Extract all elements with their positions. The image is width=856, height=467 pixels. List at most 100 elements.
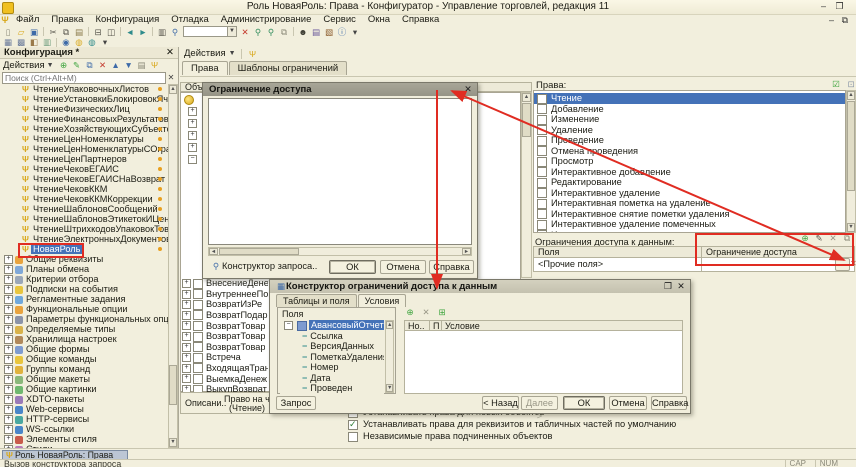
templates-icon[interactable]: ⧉ xyxy=(842,233,852,243)
copy-page-icon[interactable]: ⧉ xyxy=(278,27,290,37)
tree-item-role[interactable]: ΨЧтениеФинансовыхРезультатов xyxy=(0,114,168,124)
object-checkbox[interactable] xyxy=(193,289,203,299)
forward-icon[interactable]: ► xyxy=(137,27,149,37)
tree-item-group[interactable]: +Общие формы xyxy=(0,344,168,354)
tree-item-group[interactable]: +Определяемые типы xyxy=(0,324,168,334)
expand-icon[interactable]: + xyxy=(188,131,197,140)
clear-search-icon[interactable]: ✕ xyxy=(239,27,251,37)
scroll-down-icon[interactable]: ▼ xyxy=(169,438,177,447)
rights-scrollbar[interactable]: ▲ ▼ xyxy=(846,90,856,233)
field-item[interactable]: −Дата xyxy=(280,373,384,383)
search-icon[interactable]: ⚲ xyxy=(169,27,181,37)
restriction-cell[interactable] xyxy=(701,258,854,271)
object-item[interactable]: +ВозвратТовар xyxy=(180,331,269,342)
tree-item-group[interactable]: +Параметры функциональных опций xyxy=(0,314,168,324)
expand-icon[interactable]: + xyxy=(4,255,13,264)
tree-item-role[interactable]: ΨНоваяРоль xyxy=(0,244,168,254)
syntax-check-icon[interactable]: ☻ xyxy=(297,27,309,37)
field-item[interactable]: −Номер xyxy=(280,362,384,372)
next-button[interactable]: Далее > xyxy=(521,396,558,410)
clear-restriction-icon[interactable]: ✕ xyxy=(850,259,856,268)
filter-icon[interactable]: Ψ xyxy=(150,60,160,70)
cancel-button[interactable]: Отмена xyxy=(380,260,426,274)
expand-icon[interactable]: + xyxy=(4,385,13,394)
column-header-condition[interactable]: Условие xyxy=(441,321,480,331)
separator[interactable] xyxy=(152,27,153,36)
print-icon[interactable]: ⊟ xyxy=(92,27,104,37)
tree-scrollbar[interactable]: ▲ ▼ xyxy=(168,84,178,448)
add-icon[interactable]: ⊕ xyxy=(59,60,69,70)
right-checkbox[interactable] xyxy=(537,146,547,156)
help-button[interactable]: Справка xyxy=(429,260,474,274)
column-header-restriction[interactable]: Ограничение доступа xyxy=(701,247,854,258)
right-checkbox[interactable] xyxy=(537,178,547,188)
expand-icon[interactable]: + xyxy=(182,311,191,320)
more-buttons-icon[interactable]: ▾ xyxy=(99,37,111,47)
tree-item-group[interactable]: +Подписки на события xyxy=(0,284,168,294)
object-checkbox[interactable] xyxy=(193,321,203,331)
object-checkbox[interactable] xyxy=(193,310,203,320)
right-checkbox[interactable] xyxy=(537,230,547,233)
tree-item-role[interactable]: ΨЧтениеЦенПартнеров xyxy=(0,154,168,164)
tree-item-group[interactable]: +Функциональные опции xyxy=(0,304,168,314)
start-debug-icon[interactable]: ◉ xyxy=(60,37,72,47)
right-checkbox[interactable] xyxy=(537,104,547,114)
tree-root-item[interactable]: −АвансовыйОтчет xyxy=(280,320,384,331)
expand-icon[interactable]: + xyxy=(4,335,13,344)
close-icon[interactable]: ✕ xyxy=(675,281,687,292)
right-item[interactable]: Добавление xyxy=(534,104,845,115)
clear-all-rights-icon[interactable]: ⊡ xyxy=(845,79,856,89)
expand-icon[interactable]: + xyxy=(182,279,191,288)
expand-icon[interactable]: + xyxy=(182,353,191,362)
objects-scrollbar[interactable]: ▲ xyxy=(521,92,532,278)
move-down-icon[interactable]: ▼ xyxy=(124,60,134,70)
restriction-text-area[interactable] xyxy=(208,98,472,245)
tree-item-role[interactable]: ΨЧтениеУпаковочныхЛистов xyxy=(0,84,168,94)
menu-item[interactable]: Файл xyxy=(10,14,45,25)
open-config-icon[interactable]: ▦ xyxy=(2,37,14,47)
menu-item[interactable]: Сервис xyxy=(317,14,362,25)
right-checkbox[interactable] xyxy=(537,157,547,167)
field-item[interactable]: −Ссылка xyxy=(280,331,384,341)
tree-item-group[interactable]: +Общие картинки xyxy=(0,384,168,394)
tree-item-role[interactable]: ΨЧтениеЧековЕГАИСНаВозврат xyxy=(0,174,168,184)
menu-item[interactable]: Администрирование xyxy=(215,14,318,25)
add-group-icon[interactable]: ⊞ xyxy=(436,307,448,317)
expand-icon[interactable]: + xyxy=(4,345,13,354)
expand-icon[interactable]: + xyxy=(182,290,191,299)
open-restriction-button[interactable]: ... xyxy=(835,258,850,271)
fields-scrollbar[interactable]: ▲ ▼ xyxy=(385,320,394,393)
object-item[interactable]: +Встреча xyxy=(180,352,269,363)
actions-menu[interactable]: Действия xyxy=(3,60,45,71)
dialog-title-bar[interactable]: ▦Конструктор ограничений доступа к данны… xyxy=(270,280,690,293)
right-checkbox[interactable] xyxy=(537,94,547,104)
tab[interactable]: Шаблоны ограничений xyxy=(229,61,348,75)
thin-client-icon[interactable]: ◍ xyxy=(73,37,85,47)
tree-item-role[interactable]: ΨЧтениеЭлектронныхДокументов xyxy=(0,234,168,244)
conditions-body[interactable] xyxy=(404,331,683,394)
menu-item[interactable]: Отладка xyxy=(165,14,215,25)
right-checkbox[interactable] xyxy=(537,220,547,230)
field-item[interactable]: −ПометкаУдаления xyxy=(280,352,384,362)
tree-item-role[interactable]: ΨЧтениеШаблоновЭтикетокИЦенни... xyxy=(0,214,168,224)
help-button[interactable]: Справка xyxy=(651,396,687,410)
expand-icon[interactable]: + xyxy=(182,364,191,373)
right-checkbox[interactable] xyxy=(537,188,547,198)
tree-item-role[interactable]: ΨЧтениеЦенНоменклатуры xyxy=(0,134,168,144)
separator[interactable] xyxy=(293,27,294,36)
right-item[interactable]: Отмена проведения xyxy=(534,146,845,157)
right-checkbox[interactable] xyxy=(537,199,547,209)
option-checkbox[interactable]: ✓ xyxy=(348,432,358,442)
delete-icon[interactable]: ✕ xyxy=(98,60,108,70)
tree-item-group[interactable]: +HTTP-сервисы xyxy=(0,414,168,424)
expand-icon[interactable]: + xyxy=(4,285,13,294)
right-item[interactable]: Интерактивное снятие пометки удаления xyxy=(534,209,845,220)
right-item[interactable]: Просмотр xyxy=(534,156,845,167)
scroll-up-icon[interactable]: ▲ xyxy=(847,91,855,100)
object-item[interactable]: +ВнесениеДенежн xyxy=(180,278,269,289)
find-in-text-icon[interactable]: ▥ xyxy=(156,27,168,37)
query-builder-link[interactable]: ⚲Конструктор запроса.. xyxy=(210,261,317,271)
edit-icon[interactable]: ✎ xyxy=(814,233,824,243)
expand-icon[interactable]: + xyxy=(182,332,191,341)
tree-item-role[interactable]: ΨЧтениеШаблоновСообщений xyxy=(0,204,168,214)
